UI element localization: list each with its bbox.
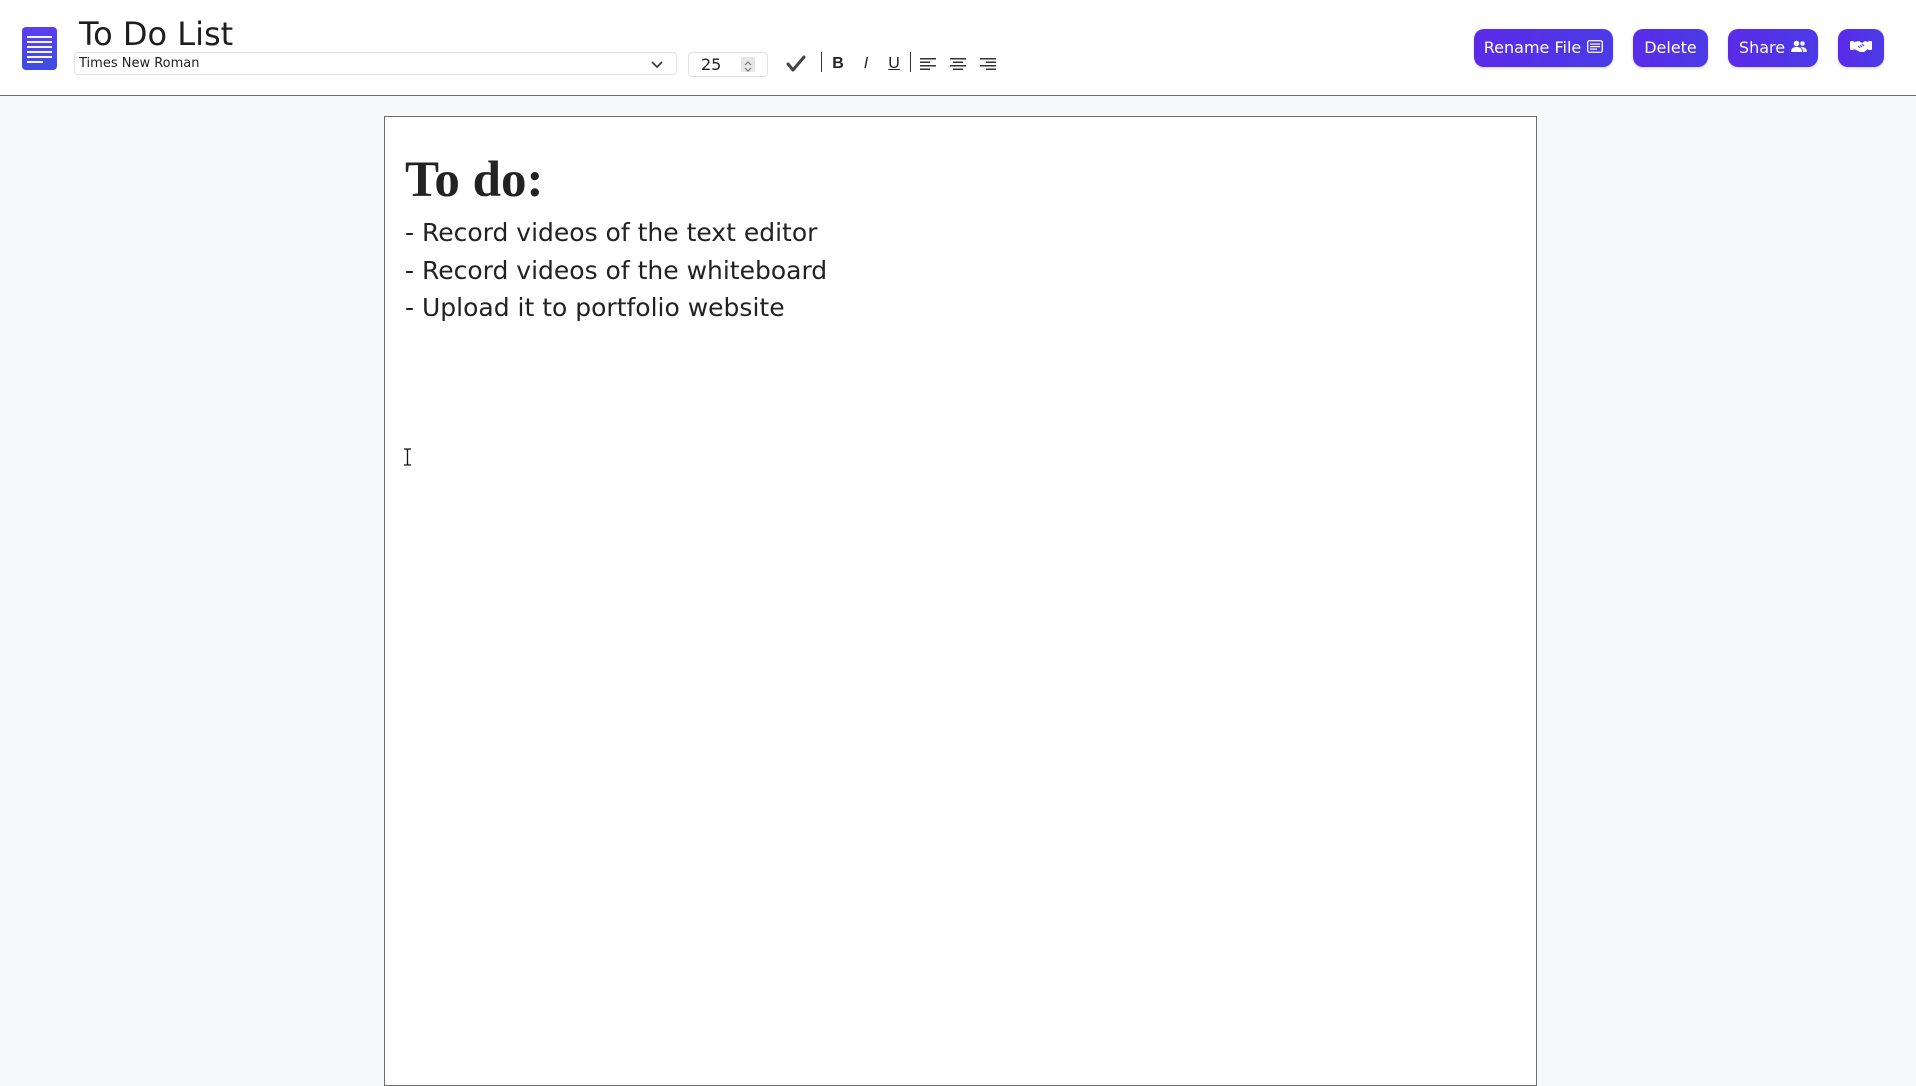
delete-button[interactable]: Delete bbox=[1633, 29, 1708, 67]
list-item[interactable]: - Record videos of the text editor bbox=[405, 214, 827, 252]
chevron-down-icon bbox=[650, 57, 664, 78]
users-icon bbox=[1791, 29, 1808, 67]
font-family-select[interactable]: Times New Roman bbox=[74, 52, 677, 75]
top-toolbar: To Do List Times New Roman 25 B I U Rena… bbox=[0, 0, 1916, 96]
font-size-input[interactable]: 25 bbox=[688, 52, 768, 77]
document-body[interactable]: - Record videos of the text editor - Rec… bbox=[405, 214, 827, 327]
rename-file-button[interactable]: Rename File bbox=[1474, 29, 1613, 67]
delete-label: Delete bbox=[1644, 38, 1697, 57]
checkmark-icon[interactable] bbox=[784, 52, 808, 76]
underline-button[interactable]: U bbox=[884, 52, 904, 76]
document-lines-icon[interactable] bbox=[22, 27, 57, 70]
italic-button[interactable]: I bbox=[857, 52, 875, 76]
bold-button[interactable]: B bbox=[829, 52, 847, 76]
list-item[interactable]: - Record videos of the whiteboard bbox=[405, 252, 827, 290]
rename-file-label: Rename File bbox=[1483, 38, 1582, 57]
document-editor[interactable]: To do: - Record videos of the text edito… bbox=[384, 116, 1537, 1086]
list-item[interactable]: - Upload it to portfolio website bbox=[405, 289, 827, 327]
document-heading[interactable]: To do: bbox=[405, 150, 543, 210]
font-size-value: 25 bbox=[701, 55, 722, 74]
align-left-icon[interactable] bbox=[919, 52, 937, 76]
font-family-value: Times New Roman bbox=[79, 56, 200, 71]
share-button[interactable]: Share bbox=[1728, 29, 1818, 67]
text-box-icon bbox=[1587, 29, 1604, 67]
collaborate-button[interactable] bbox=[1838, 29, 1884, 67]
handshake-icon bbox=[1850, 29, 1872, 67]
toolbar-divider bbox=[910, 52, 911, 72]
align-right-icon[interactable] bbox=[979, 52, 997, 76]
stepper-icon[interactable] bbox=[741, 57, 755, 72]
align-center-icon[interactable] bbox=[949, 52, 967, 76]
text-cursor-icon bbox=[403, 448, 412, 470]
document-title[interactable]: To Do List bbox=[79, 14, 233, 54]
toolbar-divider bbox=[821, 52, 822, 72]
share-label: Share bbox=[1738, 38, 1786, 57]
